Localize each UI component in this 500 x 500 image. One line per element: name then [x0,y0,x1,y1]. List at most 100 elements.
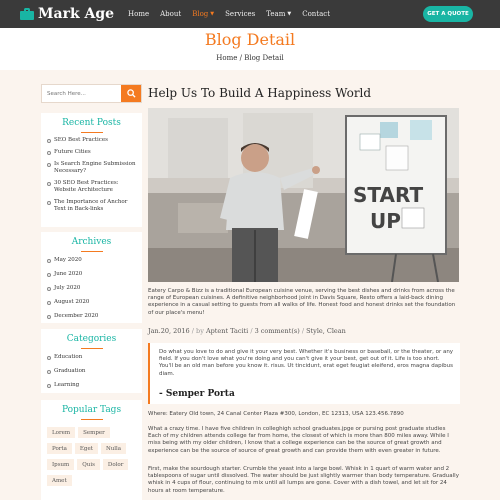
recent-posts-list: SEO Best Practices Future Cities Is Sear… [41,133,142,213]
post-meta: Jan.20, 2016 / by Aptent Taciti / 3 comm… [148,327,346,335]
category-link[interactable]: Education [54,354,82,361]
tag-nulla[interactable]: Nulla [100,443,127,454]
svg-text:UP: UP [370,209,401,233]
chevron-down-icon: ▼ [287,11,292,17]
post-image: START UP [148,108,459,282]
nav-about-label: About [160,10,182,18]
tag-porta[interactable]: Porta [47,443,72,454]
bullet-icon [47,162,51,167]
post-paragraph-1: What a crazy time. I have five children … [148,426,449,454]
list-item[interactable]: Graduation [47,368,136,375]
nav-contact[interactable]: Contact [302,10,330,18]
recent-post-link[interactable]: The Importance of Anchor Text in Back-li… [54,199,136,213]
tag-ipsum[interactable]: Ipsum [47,459,75,470]
main-nav: Home About Blog ▼ Services Team ▼ Contact [128,0,341,28]
categories-list: Education Graduation Learning [41,349,142,389]
bullet-icon [47,200,51,205]
tag-eget[interactable]: Eget [74,443,98,454]
logo-text: Mark Age [38,6,115,22]
nav-services[interactable]: Services [225,10,255,18]
tag-cloud: Lorem Semper Porta Eget Nulla Ipsum Quis… [41,420,142,491]
list-item[interactable]: The Importance of Anchor Text in Back-li… [47,199,136,213]
tag-semper[interactable]: Semper [78,427,110,438]
post-comments-link[interactable]: 3 comment(s) [255,327,300,335]
quote-text: Do what you love to do and give it your … [159,349,454,377]
bullet-icon [47,181,51,186]
archive-link[interactable]: May 2020 [54,257,82,264]
page-title: Blog Detail [204,30,296,49]
list-item[interactable]: Education [47,354,136,361]
nav-about[interactable]: About [160,10,181,18]
archive-link[interactable]: August 2020 [54,299,89,306]
logo[interactable]: Mark Age [20,6,114,22]
bullet-icon [47,258,51,263]
svg-text:START: START [353,183,423,207]
search-input[interactable] [42,85,122,102]
nav-services-label: Services [225,10,256,18]
categories-title: Categories [66,334,117,344]
recent-post-link[interactable]: Is Search Engine Submission Necessary? [54,161,136,175]
tag-quis[interactable]: Quis [77,459,100,470]
post-location: Where: Eatery Old town, 24 Canal Center … [148,411,404,417]
tag-lorem[interactable]: Lorem [47,427,76,438]
post-by-label: by [196,327,204,335]
top-navbar: Mark Age Home About Blog ▼ Services Team ▼… [0,0,500,28]
post-title: Help Us To Build A Happiness World [148,86,372,100]
popular-tags-title: Popular Tags [61,405,122,415]
list-item[interactable]: July 2020 [47,285,136,292]
bullet-icon [47,314,51,319]
bullet-icon [47,300,51,305]
bullet-icon [47,383,51,388]
recent-post-link[interactable]: 30 SEO Best Practices: Website Architect… [54,180,136,194]
category-link[interactable]: Learning [54,382,79,389]
list-item[interactable]: August 2020 [47,299,136,306]
nav-contact-label: Contact [302,10,331,18]
search-box [41,84,142,103]
list-item[interactable]: May 2020 [47,257,136,264]
search-button[interactable] [121,85,141,102]
recent-post-link[interactable]: SEO Best Practices [54,137,108,144]
bullet-icon [47,272,51,277]
bullet-icon [47,369,51,374]
archive-link[interactable]: December 2020 [54,313,98,320]
tag-dolor[interactable]: Dolor [102,459,129,470]
quote-author: - Semper Porta [159,389,235,399]
nav-team-label: Team [266,10,286,18]
list-item[interactable]: Learning [47,382,136,389]
briefcase-icon [20,8,34,20]
categories-widget: Categories Education Graduation Learning [41,329,142,393]
nav-blog-label: Blog [192,10,209,18]
blockquote: Do what you love to do and give it your … [148,343,460,404]
bullet-icon [47,355,51,360]
nav-blog[interactable]: Blog ▼ [192,10,214,18]
archive-link[interactable]: July 2020 [54,285,80,292]
post-tags-link[interactable]: Style, Clean [306,327,346,335]
chevron-down-icon: ▼ [210,11,215,17]
get-a-quote-button[interactable]: GET A QUOTE [423,6,473,22]
archive-link[interactable]: June 2020 [54,271,82,278]
archives-list: May 2020 June 2020 July 2020 August 2020… [41,252,142,320]
category-link[interactable]: Graduation [54,368,85,375]
bullet-icon [47,138,51,143]
list-item[interactable]: Future Cities [47,149,136,156]
list-item[interactable]: 30 SEO Best Practices: Website Architect… [47,180,136,194]
nav-team[interactable]: Team ▼ [266,10,291,18]
list-item[interactable]: Is Search Engine Submission Necessary? [47,161,136,175]
popular-tags-widget: Popular Tags Lorem Semper Porta Eget Nul… [41,400,142,500]
bullet-icon [47,150,51,155]
list-item[interactable]: SEO Best Practices [47,137,136,144]
list-item[interactable]: June 2020 [47,271,136,278]
post-author-link[interactable]: Aptent Taciti [206,327,248,335]
post-date: Jan.20, 2016 [148,327,190,335]
archives-title: Archives [71,237,112,247]
breadcrumb: Home / Blog Detail [216,54,284,62]
bullet-icon [47,286,51,291]
list-item[interactable]: December 2020 [47,313,136,320]
presenter-whiteboard-photo: START UP [148,108,459,282]
nav-home[interactable]: Home [128,10,149,18]
tag-amet[interactable]: Amet [47,475,72,486]
search-icon [126,89,136,98]
recent-posts-widget: Recent Posts SEO Best Practices Future C… [41,113,142,227]
recent-post-link[interactable]: Future Cities [54,149,91,156]
nav-home-label: Home [128,10,150,18]
